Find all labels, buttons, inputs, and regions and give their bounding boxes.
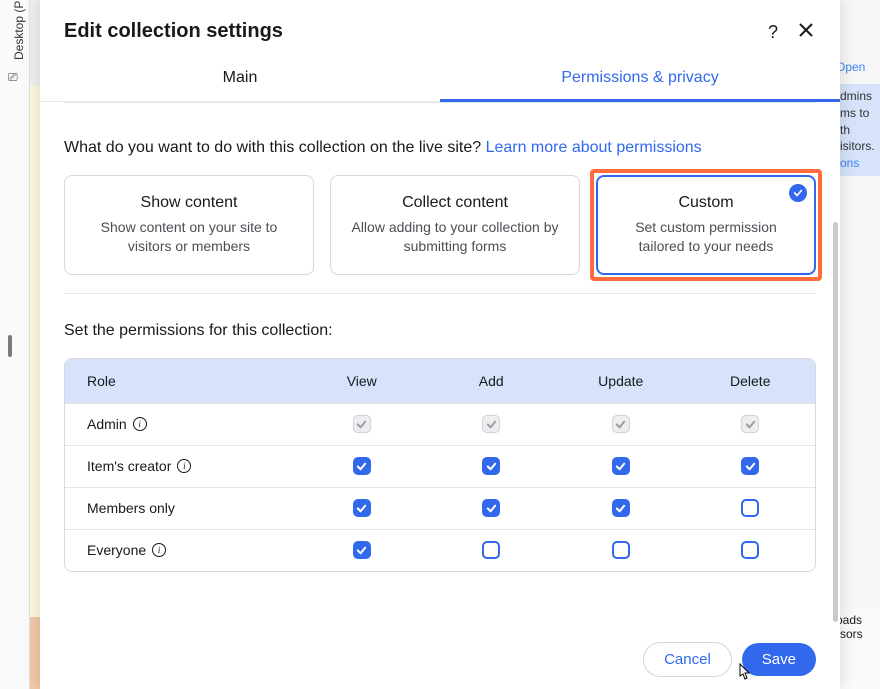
cell-delete bbox=[686, 415, 816, 433]
checkbox-update[interactable] bbox=[612, 499, 630, 517]
checkbox-add[interactable] bbox=[482, 541, 500, 559]
info-icon[interactable]: i bbox=[152, 543, 166, 557]
cell-view bbox=[297, 415, 427, 433]
checkbox-view-locked bbox=[353, 415, 371, 433]
viewport-tab-label: Desktop (Prima bbox=[12, 0, 26, 60]
background-scrollbar bbox=[8, 335, 12, 357]
card-description: Set custom permission tailored to your n… bbox=[611, 218, 801, 256]
help-button[interactable]: ? bbox=[766, 21, 780, 43]
role-cell: Everyone i bbox=[87, 542, 297, 558]
close-button[interactable] bbox=[796, 20, 816, 43]
cell-delete bbox=[686, 499, 816, 517]
role-cell: Admini bbox=[87, 416, 297, 432]
help-icon: ? bbox=[768, 22, 778, 42]
table-row: Admini bbox=[65, 403, 815, 445]
role-label: Members only bbox=[87, 500, 175, 516]
background-left-rail: Desktop (Prima ⎚ bbox=[0, 0, 30, 689]
cell-view bbox=[297, 499, 427, 517]
card-title: Collect content bbox=[345, 194, 565, 212]
checkmark-icon bbox=[793, 188, 803, 198]
checkbox-delete[interactable] bbox=[741, 457, 759, 475]
col-header-delete: Delete bbox=[686, 373, 816, 389]
col-header-role: Role bbox=[87, 373, 297, 389]
checkbox-add-locked bbox=[482, 415, 500, 433]
edit-collection-settings-modal: Edit collection settings ? Main Permissi… bbox=[40, 0, 840, 689]
card-description: Show content on your site to visitors or… bbox=[79, 218, 299, 256]
table-header-row: Role View Add Update Delete bbox=[65, 359, 815, 403]
cell-update bbox=[556, 415, 686, 433]
open-link-fragment: Open bbox=[836, 60, 865, 74]
selected-check-badge bbox=[789, 184, 807, 202]
card-description: Allow adding to your collection by submi… bbox=[345, 218, 565, 256]
checkbox-delete-locked bbox=[741, 415, 759, 433]
checkbox-update-locked bbox=[612, 415, 630, 433]
learn-more-link[interactable]: Learn more about permissions bbox=[486, 139, 702, 156]
card-collect-content[interactable]: Collect content Allow adding to your col… bbox=[330, 175, 580, 275]
role-label: Item's creator bbox=[87, 458, 171, 474]
tab-main[interactable]: Main bbox=[40, 55, 440, 101]
cell-add bbox=[427, 541, 557, 559]
checkbox-view[interactable] bbox=[353, 541, 371, 559]
checkbox-view[interactable] bbox=[353, 457, 371, 475]
modal-scrollbar[interactable] bbox=[833, 222, 838, 622]
modal-title: Edit collection settings bbox=[64, 20, 283, 43]
checkbox-update[interactable] bbox=[612, 541, 630, 559]
table-row: Everyone i bbox=[65, 529, 815, 571]
cell-view bbox=[297, 541, 427, 559]
table-row: Members only bbox=[65, 487, 815, 529]
cancel-button[interactable]: Cancel bbox=[643, 642, 732, 677]
cell-update bbox=[556, 457, 686, 475]
modal-tabs: Main Permissions & privacy bbox=[40, 55, 840, 102]
divider bbox=[64, 293, 816, 294]
cell-update bbox=[556, 499, 686, 517]
info-icon[interactable]: i bbox=[133, 417, 147, 431]
permissions-prompt: What do you want to do with this collect… bbox=[64, 139, 816, 157]
cell-update bbox=[556, 541, 686, 559]
table-row: Item's creator i bbox=[65, 445, 815, 487]
info-icon[interactable]: i bbox=[177, 459, 191, 473]
checkbox-delete[interactable] bbox=[741, 541, 759, 559]
role-label: Everyone bbox=[87, 542, 146, 558]
role-label: Admin bbox=[87, 416, 127, 432]
card-custom-highlight: Custom Set custom permission tailored to… bbox=[596, 175, 816, 275]
background-info-fragment: dmins ms to th isitors. ons bbox=[836, 84, 880, 176]
checkbox-add[interactable] bbox=[482, 499, 500, 517]
checkbox-add[interactable] bbox=[482, 457, 500, 475]
background-stripe-orange bbox=[30, 617, 40, 689]
cell-view bbox=[297, 457, 427, 475]
cell-add bbox=[427, 457, 557, 475]
card-title: Custom bbox=[611, 194, 801, 212]
card-show-content[interactable]: Show content Show content on your site t… bbox=[64, 175, 314, 275]
tab-permissions[interactable]: Permissions & privacy bbox=[440, 55, 840, 101]
desktop-icon: ⎚ bbox=[8, 70, 18, 85]
cell-add bbox=[427, 415, 557, 433]
background-stripe-yellow bbox=[30, 86, 40, 617]
modal-header: Edit collection settings ? bbox=[40, 0, 840, 55]
role-cell: Item's creator i bbox=[87, 458, 297, 474]
permissions-table: Role View Add Update Delete AdminiItem's… bbox=[64, 358, 816, 572]
cell-add bbox=[427, 499, 557, 517]
modal-body: What do you want to do with this collect… bbox=[40, 102, 840, 626]
modal-header-actions: ? bbox=[766, 20, 816, 43]
divider bbox=[64, 102, 816, 103]
role-cell: Members only bbox=[87, 500, 297, 516]
cell-delete bbox=[686, 457, 816, 475]
card-title: Show content bbox=[79, 194, 299, 212]
modal-footer: Cancel Save bbox=[40, 626, 840, 689]
checkbox-update[interactable] bbox=[612, 457, 630, 475]
card-custom[interactable]: Custom Set custom permission tailored to… bbox=[596, 175, 816, 275]
checkbox-delete[interactable] bbox=[741, 499, 759, 517]
col-header-view: View bbox=[297, 373, 427, 389]
col-header-update: Update bbox=[556, 373, 686, 389]
close-icon bbox=[798, 22, 814, 38]
col-header-add: Add bbox=[427, 373, 557, 389]
save-button[interactable]: Save bbox=[742, 643, 816, 676]
checkbox-view[interactable] bbox=[353, 499, 371, 517]
permission-preset-cards: Show content Show content on your site t… bbox=[64, 175, 816, 275]
permissions-table-label: Set the permissions for this collection: bbox=[64, 322, 816, 340]
cell-delete bbox=[686, 541, 816, 559]
